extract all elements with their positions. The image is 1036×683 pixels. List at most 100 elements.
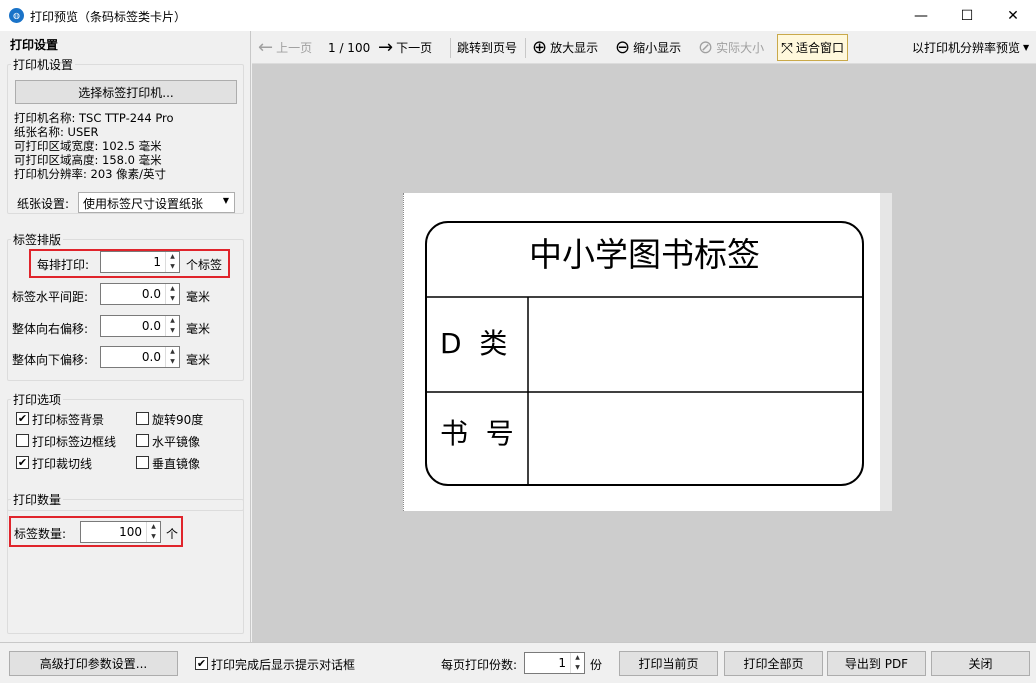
label-category: D 类 — [440, 327, 508, 360]
right-offset-label: 整体向右偏移: — [12, 322, 89, 336]
zoom-out-button[interactable]: ⊖ 缩小显示 — [615, 31, 681, 64]
spin-arrows-icon[interactable]: ▲ ▼ — [146, 522, 160, 542]
preview-mode-dropdown[interactable]: 以打印机分辨率预览 ▼ — [912, 31, 1029, 64]
window-title: 打印预览（条码标签类卡片） — [30, 10, 187, 24]
spin-arrows-icon[interactable]: ▲ ▼ — [165, 347, 179, 367]
label-paper: 中小学图书标签 D 类 书 号 — [403, 193, 892, 511]
spin-arrows-icon[interactable]: ▲ ▼ — [165, 252, 179, 272]
toolbar-divider — [450, 38, 451, 58]
v-mirror-label: 垂直镜像 — [152, 457, 201, 471]
spin-arrows-icon[interactable]: ▲ ▼ — [165, 316, 179, 336]
rotate-label: 旋转90度 — [152, 413, 204, 427]
chevron-down-icon: ▼ — [1023, 43, 1030, 52]
copies-value: 1 — [558, 656, 566, 670]
arrow-right-icon: → — [378, 37, 394, 58]
h-gap-label: 标签水平间距: — [12, 290, 89, 304]
h-gap-stepper[interactable]: 0.0 ▲ ▼ — [100, 283, 180, 305]
print-border-checkbox[interactable] — [16, 434, 29, 447]
actual-size-label: 实际大小 — [716, 41, 765, 55]
paper-name: 纸张名称: USER — [14, 125, 99, 139]
qty-unit: 个 — [166, 527, 179, 541]
zoom-in-label: 放大显示 — [550, 41, 599, 55]
printer-resolution: 打印机分辨率: 203 像素/英寸 — [14, 167, 167, 181]
rotate-checkbox[interactable] — [136, 412, 149, 425]
down-offset-label: 整体向下偏移: — [12, 353, 89, 367]
prev-page-label: 上一页 — [276, 41, 313, 55]
h-gap-value: 0.0 — [141, 287, 161, 301]
next-page-button[interactable]: → 下一页 — [378, 31, 432, 64]
advanced-settings-button[interactable]: 高级打印参数设置... — [9, 651, 178, 676]
right-offset-unit: 毫米 — [186, 322, 211, 336]
print-quantity-label: 打印数量 — [11, 491, 64, 508]
qty-stepper[interactable]: 100 ▲ ▼ — [80, 521, 161, 543]
per-row-label: 每排打印: — [37, 258, 90, 272]
per-row-unit: 个标签 — [186, 258, 223, 272]
next-page-label: 下一页 — [396, 41, 433, 55]
minimize-button[interactable]: — — [898, 0, 944, 31]
paper-shadow — [880, 193, 892, 511]
fit-window-icon: ⤧ — [781, 38, 794, 57]
cut-line — [403, 193, 404, 511]
app-icon: ◍ — [9, 8, 24, 23]
print-settings-panel: 打印设置 打印机设置 选择标签打印机... 打印机名称: TSC TTP-244… — [0, 31, 251, 642]
close-button[interactable]: 关闭 — [931, 651, 1030, 676]
maximize-button[interactable]: ☐ — [944, 0, 990, 31]
printer-name: 打印机名称: TSC TTP-244 Pro — [14, 111, 174, 125]
down-offset-stepper[interactable]: 0.0 ▲ ▼ — [100, 346, 180, 368]
h-gap-unit: 毫米 — [186, 290, 211, 304]
prev-page-button[interactable]: ← 上一页 — [258, 31, 312, 64]
toolbar-divider — [525, 38, 526, 58]
right-offset-stepper[interactable]: 0.0 ▲ ▼ — [100, 315, 180, 337]
magnifier-icon: ⊘ — [698, 37, 714, 58]
label-book-number: 书 号 — [440, 417, 514, 450]
zoom-out-icon: ⊖ — [615, 37, 631, 58]
printable-height: 可打印区域高度: 158.0 毫米 — [14, 153, 162, 167]
print-cut-label: 打印裁切线 — [32, 457, 93, 471]
printable-width: 可打印区域宽度: 102.5 毫米 — [14, 139, 162, 153]
paper-setting-label: 纸张设置: — [17, 197, 70, 211]
print-options-label: 打印选项 — [11, 391, 64, 408]
spin-arrows-icon[interactable]: ▲ ▼ — [570, 653, 584, 673]
actual-size-button[interactable]: ⊘ 实际大小 — [698, 31, 764, 64]
label-title: 中小学图书标签 — [529, 235, 760, 274]
preview-mode-label: 以打印机分辨率预览 — [912, 41, 1021, 55]
page-indicator: 1 / 100 — [328, 40, 371, 55]
per-row-value: 1 — [153, 255, 161, 269]
zoom-out-label: 缩小显示 — [633, 41, 682, 55]
v-mirror-checkbox[interactable] — [136, 456, 149, 469]
chevron-down-icon: ▼ — [222, 196, 229, 205]
title-bar: ◍ 打印预览（条码标签类卡片） — ☐ ✕ — [0, 0, 1036, 31]
show-dialog-label: 打印完成后显示提示对话框 — [211, 658, 356, 672]
qty-value: 100 — [119, 525, 142, 539]
print-bg-checkbox[interactable]: ✔ — [16, 412, 29, 425]
fit-window-label: 适合窗口 — [796, 41, 845, 55]
down-offset-value: 0.0 — [141, 350, 161, 364]
paper-setting-value: 使用标签尺寸设置纸张 — [83, 197, 204, 211]
per-row-stepper[interactable]: 1 ▲ ▼ — [100, 251, 180, 273]
select-printer-button[interactable]: 选择标签打印机... — [15, 80, 237, 104]
arrow-left-icon: ← — [258, 37, 274, 58]
h-mirror-label: 水平镜像 — [152, 435, 201, 449]
h-mirror-checkbox[interactable] — [136, 434, 149, 447]
zoom-in-button[interactable]: ⊕ 放大显示 — [532, 31, 598, 64]
export-pdf-button[interactable]: 导出到 PDF — [827, 651, 926, 676]
bottom-bar: 高级打印参数设置... ✔ 打印完成后显示提示对话框 每页打印份数: 1 ▲ ▼ … — [0, 642, 1036, 683]
preview-toolbar: ← 上一页 1 / 100 → 下一页 跳转到页号 ⊕ 放大显示 ⊖ 缩小显示 … — [252, 31, 1036, 64]
jump-to-page-button[interactable]: 跳转到页号 — [457, 31, 517, 64]
down-offset-unit: 毫米 — [186, 353, 211, 367]
show-dialog-checkbox[interactable]: ✔ — [195, 657, 208, 670]
right-offset-value: 0.0 — [141, 319, 161, 333]
print-all-button[interactable]: 打印全部页 — [724, 651, 823, 676]
panel-title: 打印设置 — [10, 38, 59, 52]
copies-label: 每页打印份数: — [441, 658, 518, 672]
fit-window-button[interactable]: ⤧ 适合窗口 — [777, 34, 849, 61]
print-cut-checkbox[interactable]: ✔ — [16, 456, 29, 469]
close-window-button[interactable]: ✕ — [990, 0, 1036, 31]
qty-label: 标签数量: — [14, 527, 67, 541]
print-bg-label: 打印标签背景 — [32, 413, 105, 427]
printer-settings-label: 打印机设置 — [11, 56, 76, 73]
print-current-button[interactable]: 打印当前页 — [619, 651, 718, 676]
spin-arrows-icon[interactable]: ▲ ▼ — [165, 284, 179, 304]
paper-setting-select[interactable]: 使用标签尺寸设置纸张 ▼ — [78, 192, 235, 213]
copies-stepper[interactable]: 1 ▲ ▼ — [524, 652, 585, 674]
